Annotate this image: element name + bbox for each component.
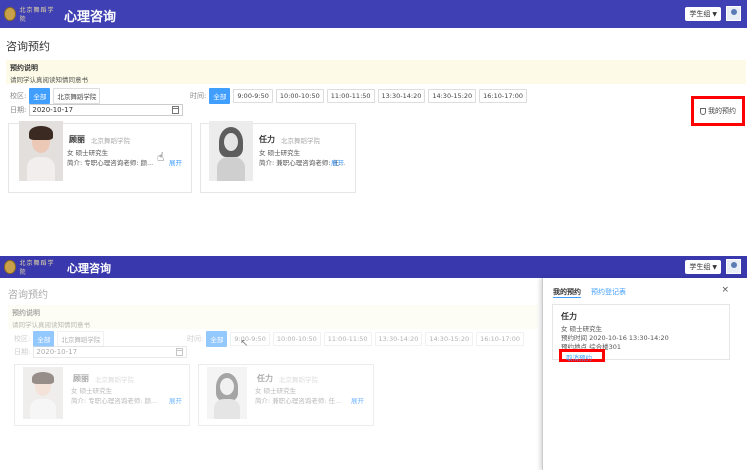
time-option[interactable]: 14:30-15:20 bbox=[428, 89, 477, 103]
cancel-booking-highlight[interactable]: 取消预约 bbox=[559, 349, 605, 362]
logo-emblem bbox=[4, 7, 17, 21]
drawer-tabs: 我的预约 预约登记表 bbox=[553, 287, 626, 297]
logo-text: 北京舞蹈学院 bbox=[19, 7, 55, 23]
screenshot-after: 北京舞蹈学院 心理咨询 学生组 ▼ 咨询预约 预约说明 请同学认真阅读知情同意书 … bbox=[0, 256, 747, 470]
counselor-school: 北京舞蹈学院 bbox=[91, 137, 130, 145]
close-icon[interactable]: × bbox=[721, 285, 729, 295]
school-logo: 北京舞蹈学院 bbox=[4, 6, 56, 23]
calendar-icon[interactable] bbox=[172, 106, 180, 114]
my-booking-button-highlight[interactable]: 我的预约 bbox=[691, 96, 745, 126]
counselor-photo bbox=[19, 121, 63, 181]
my-booking-button[interactable]: 我的预约 bbox=[700, 106, 736, 116]
time-option[interactable]: 13:30-14:20 bbox=[377, 89, 426, 103]
tab-my-booking[interactable]: 我的预约 bbox=[553, 287, 581, 297]
user-role-label: 学生组 bbox=[689, 10, 711, 18]
counselor-name: 顾丽 bbox=[69, 135, 85, 144]
date-filter: 日期: 2020-10-17 bbox=[10, 104, 184, 116]
app-title: 心理咨询 bbox=[64, 10, 117, 25]
expand-link[interactable]: 展开 bbox=[169, 157, 182, 167]
counselor-school: 北京舞蹈学院 bbox=[281, 137, 320, 145]
active-tab-indicator bbox=[553, 297, 581, 298]
date-label: 日期: bbox=[10, 106, 27, 114]
appointment-card: 任力 女 硕士研究生 预约时间 2020-10-16 13:30-14:20 预… bbox=[552, 304, 730, 362]
campus-option-bda[interactable]: 北京舞蹈学院 bbox=[53, 88, 101, 104]
photo-body bbox=[27, 157, 55, 181]
top-navbar: 北京舞蹈学院 心理咨询 学生组 ▼ bbox=[0, 0, 747, 28]
date-value: 2020-10-17 bbox=[32, 106, 74, 114]
appointment-counselor-name: 任力 bbox=[561, 312, 577, 321]
counselor-intro: 简介: 专职心理咨询老师: 颜... bbox=[67, 159, 154, 167]
hand-cursor-icon: ☝ bbox=[157, 150, 165, 164]
modal-overlay[interactable] bbox=[0, 278, 540, 470]
campus-filter: 校区: 全部 北京舞蹈学院 bbox=[10, 88, 101, 104]
time-option[interactable]: 11:00-11:50 bbox=[326, 89, 375, 103]
counselor-card[interactable]: 顾丽 北京舞蹈学院 女 硕士研究生 简介: 专职心理咨询老师: 颜... 展开 … bbox=[8, 121, 192, 193]
cancel-booking-link[interactable]: 取消预约 bbox=[566, 352, 592, 362]
photo-body bbox=[217, 157, 245, 181]
notice-text: 请同学认真阅读知情同意书 bbox=[10, 76, 88, 84]
time-label: 时间: bbox=[190, 92, 207, 100]
expand-link[interactable]: 展开 bbox=[331, 157, 344, 167]
tab-register-form[interactable]: 预约登记表 bbox=[591, 287, 626, 297]
counselor-info: 女 硕士研究生 bbox=[259, 149, 301, 157]
screenshot-before: 北京舞蹈学院 心理咨询 学生组 ▼ 咨询预约 预约说明 请同学认真阅读知情同意书 … bbox=[0, 0, 747, 230]
time-option[interactable]: 10:00-10:50 bbox=[275, 89, 324, 103]
page-title: 咨询预约 bbox=[6, 40, 50, 53]
time-filter: 时间: 全部 9:00-9:50 10:00-10:50 11:00-11:50… bbox=[190, 88, 527, 104]
date-input[interactable]: 2020-10-17 bbox=[29, 104, 184, 116]
time-option-all[interactable]: 全部 bbox=[209, 88, 231, 104]
campus-option-all[interactable]: 全部 bbox=[29, 88, 51, 104]
photo-face bbox=[224, 133, 238, 151]
notice-box: 预约说明 请同学认真阅读知情同意书 bbox=[6, 60, 746, 84]
counselor-card[interactable]: 任力 北京舞蹈学院 女 硕士研究生 简介: 兼职心理咨询老师: 任... 展开 bbox=[200, 121, 356, 193]
avatar[interactable] bbox=[726, 6, 741, 21]
time-option[interactable]: 9:00-9:50 bbox=[233, 89, 273, 103]
my-booking-label: 我的预约 bbox=[708, 107, 736, 115]
counselor-info: 女 硕士研究生 bbox=[67, 149, 109, 157]
shield-icon bbox=[700, 107, 706, 115]
photo-hair bbox=[29, 126, 53, 140]
counselor-name: 任力 bbox=[259, 135, 275, 144]
divider bbox=[0, 230, 747, 256]
my-booking-drawer: 我的预约 预约登记表 × 任力 女 硕士研究生 预约时间 2020-10-16 … bbox=[542, 278, 747, 470]
user-role-dropdown[interactable]: 学生组 ▼ bbox=[685, 7, 721, 21]
chevron-down-icon: ▼ bbox=[712, 11, 717, 18]
counselor-photo bbox=[209, 121, 253, 181]
time-option[interactable]: 16:10-17:00 bbox=[479, 89, 527, 103]
notice-title: 预约说明 bbox=[10, 64, 38, 72]
campus-label: 校区: bbox=[10, 92, 27, 100]
